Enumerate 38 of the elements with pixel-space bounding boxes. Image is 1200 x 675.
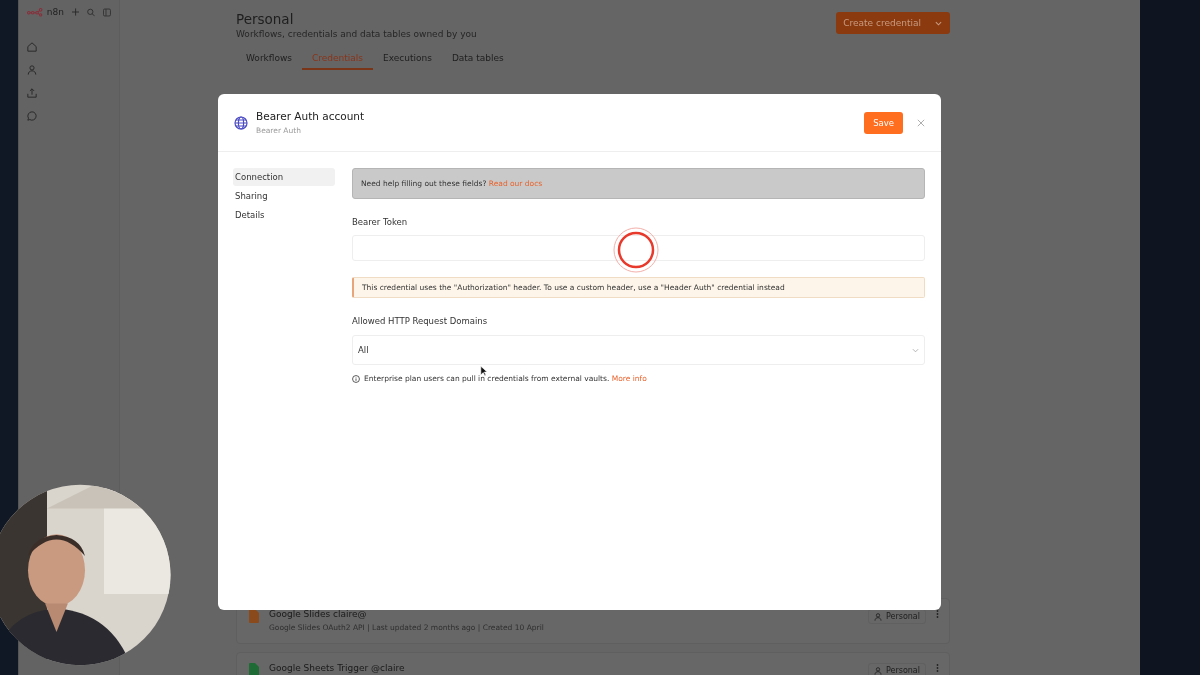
credential-title: Google Slides claire@ [269, 609, 368, 619]
search-icon[interactable] [87, 6, 96, 18]
caret-icon[interactable] [935, 20, 942, 26]
chevron-icon[interactable] [912, 347, 919, 353]
page-subtitle: Workflows, credentials and data tables owned by you [236, 29, 477, 39]
tab[interactable]: Workflows [236, 47, 302, 70]
field-label: Allowed HTTP Request Domains [352, 316, 489, 326]
panel-icon[interactable] [103, 6, 111, 18]
click-indicator-icon [613, 227, 659, 273]
close-icon[interactable] [917, 118, 925, 127]
logo-icon [27, 6, 43, 18]
chat-icon[interactable] [27, 111, 37, 121]
user-icon [874, 612, 882, 621]
create-credential-button[interactable]: Create credential [836, 12, 950, 34]
info-icon [352, 374, 360, 383]
owner-label: Personal [886, 666, 920, 675]
tab[interactable]: Data tables [441, 47, 514, 70]
tab[interactable]: Executions [373, 47, 442, 70]
globe-icon [234, 115, 248, 130]
dialog-title: Bearer Auth account [256, 110, 366, 122]
home-icon[interactable] [27, 42, 37, 52]
page-title: Personal [236, 11, 295, 27]
more-icon[interactable] [936, 609, 939, 619]
dialog-nav-item[interactable]: Details [233, 206, 335, 224]
credential-title: Google Sheets Trigger @claire [269, 663, 406, 673]
user-icon[interactable] [27, 65, 37, 75]
add-icon[interactable] [71, 7, 80, 17]
field-label: Bearer Token [352, 217, 409, 227]
dialog-nav-item[interactable]: Sharing [233, 187, 335, 205]
upload-icon[interactable] [27, 88, 37, 98]
cursor-icon [480, 365, 488, 377]
dialog-nav-item[interactable]: Connection [233, 168, 335, 186]
save-button[interactable]: Save [864, 111, 903, 134]
domains-select[interactable]: All [352, 335, 925, 365]
app-logo-text: n8n [46, 7, 64, 17]
owner-label: Personal [886, 612, 920, 621]
credential-card[interactable]: Google Sheets Trigger @claire Personal [236, 652, 950, 675]
user-icon [874, 666, 882, 675]
